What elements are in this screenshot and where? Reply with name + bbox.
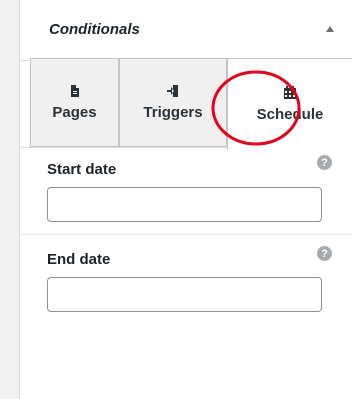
panel-title: Conditionals	[49, 21, 140, 38]
panel-header[interactable]: Conditionals	[20, 0, 352, 61]
tab-pages[interactable]: Pages	[30, 58, 119, 147]
tab-bar: Pages Triggers Schedule	[20, 58, 352, 150]
help-icon[interactable]: ?	[317, 155, 332, 170]
tab-triggers[interactable]: Triggers	[119, 58, 227, 147]
help-icon[interactable]: ?	[317, 246, 332, 261]
tab-label-schedule: Schedule	[256, 106, 324, 123]
end-date-field: End date ?	[20, 235, 352, 325]
tab-schedule[interactable]: Schedule	[227, 58, 352, 150]
tab-label-triggers: Triggers	[143, 104, 203, 121]
start-date-field: Start date ?	[20, 148, 352, 234]
calendar-icon	[284, 86, 296, 99]
left-gutter	[0, 0, 19, 399]
login-arrow-icon	[167, 85, 178, 97]
document-icon	[70, 85, 79, 97]
conditionals-panel: Conditionals Pages Triggers Schedule Sta…	[19, 0, 352, 399]
end-date-label: End date	[47, 251, 111, 268]
start-date-label: Start date	[47, 161, 117, 178]
collapse-toggle-button[interactable]	[320, 17, 340, 41]
tab-label-pages: Pages	[52, 104, 97, 121]
end-date-input[interactable]	[47, 277, 322, 312]
start-date-input[interactable]	[47, 187, 322, 222]
caret-up-icon	[326, 26, 334, 32]
